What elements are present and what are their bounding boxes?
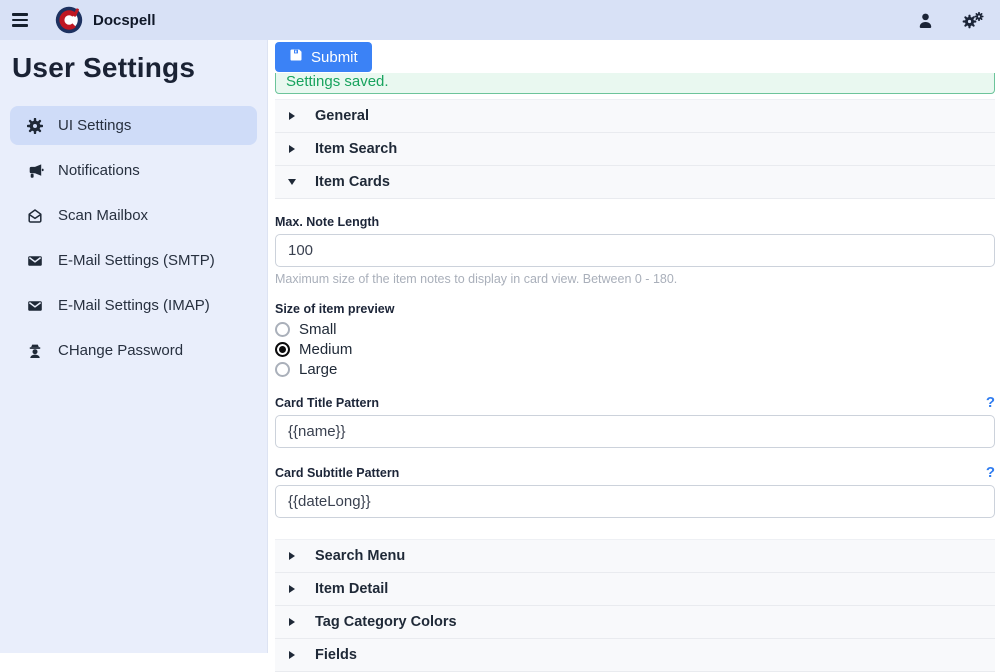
- section-label: Item Search: [315, 141, 397, 157]
- sidebar-item-label: E-Mail Settings (SMTP): [58, 252, 215, 269]
- max-note-length-group: Max. Note Length Maximum size of the ite…: [275, 215, 995, 286]
- section-label: General: [315, 108, 369, 124]
- chevron-right-icon: [288, 651, 296, 659]
- section-label: Fields: [315, 647, 357, 663]
- accordion-top: General Item Search Item Cards: [275, 99, 995, 199]
- chevron-down-icon: [288, 179, 296, 185]
- submit-bar: Submit: [275, 40, 995, 73]
- max-note-length-help: Maximum size of the item notes to displa…: [275, 272, 995, 286]
- item-cards-form: Max. Note Length Maximum size of the ite…: [275, 199, 995, 518]
- radio-option-small[interactable]: Small: [275, 319, 995, 339]
- sidebar-item-label: E-Mail Settings (IMAP): [58, 297, 210, 314]
- alert-text: Settings saved.: [286, 73, 389, 90]
- radio-option-medium[interactable]: Medium: [275, 339, 995, 359]
- max-note-length-label: Max. Note Length: [275, 215, 995, 229]
- section-item-search[interactable]: Item Search: [275, 133, 995, 166]
- envelope-icon: [26, 253, 44, 269]
- radio-label: Medium: [299, 341, 352, 358]
- chevron-right-icon: [288, 112, 296, 120]
- sidebar-item-label: Notifications: [58, 162, 140, 179]
- card-subtitle-pattern-group: Card Subtitle Pattern ?: [275, 465, 995, 518]
- card-subtitle-pattern-label: Card Subtitle Pattern: [275, 466, 399, 480]
- bullhorn-icon: [26, 163, 44, 179]
- brand-title: Docspell: [93, 12, 156, 29]
- card-title-pattern-label: Card Title Pattern: [275, 396, 379, 410]
- settings-sidebar: User Settings UI Settings: [0, 40, 268, 653]
- radio-control-large[interactable]: [275, 362, 290, 377]
- preview-size-group: Size of item preview Small Medium Large: [275, 302, 995, 379]
- section-item-detail[interactable]: Item Detail: [275, 573, 995, 606]
- section-label: Tag Category Colors: [315, 614, 457, 630]
- submit-button[interactable]: Submit: [275, 42, 372, 72]
- submit-button-label: Submit: [311, 49, 358, 66]
- help-question-icon[interactable]: ?: [986, 395, 995, 410]
- card-subtitle-pattern-input[interactable]: [275, 485, 995, 518]
- sidebar-item-ui-settings[interactable]: UI Settings: [10, 106, 257, 145]
- sidebar-item-email-smtp[interactable]: E-Mail Settings (SMTP): [10, 241, 257, 280]
- preview-size-label: Size of item preview: [275, 302, 995, 316]
- sidebar-item-scan-mailbox[interactable]: Scan Mailbox: [10, 196, 257, 235]
- gear-icon: [26, 118, 44, 134]
- user-account-icon[interactable]: [917, 12, 934, 29]
- settings-content: Submit Settings saved. General Item Sear…: [269, 40, 1000, 653]
- sidebar-item-label: UI Settings: [58, 117, 131, 134]
- help-question-icon[interactable]: ?: [986, 465, 995, 480]
- sidebar-item-change-password[interactable]: CHange Password: [10, 331, 257, 370]
- top-navbar: Docspell: [0, 0, 1000, 40]
- radio-label: Large: [299, 361, 337, 378]
- max-note-length-input[interactable]: [275, 234, 995, 267]
- sidebar-item-email-imap[interactable]: E-Mail Settings (IMAP): [10, 286, 257, 325]
- section-label: Search Menu: [315, 548, 405, 564]
- card-title-pattern-input[interactable]: [275, 415, 995, 448]
- section-fields[interactable]: Fields: [275, 639, 995, 672]
- section-search-menu[interactable]: Search Menu: [275, 540, 995, 573]
- envelope-open-icon: [26, 208, 44, 224]
- radio-option-large[interactable]: Large: [275, 359, 995, 379]
- chevron-right-icon: [288, 145, 296, 153]
- hamburger-menu-icon[interactable]: [12, 13, 28, 26]
- admin-cogs-icon[interactable]: [962, 11, 984, 29]
- chevron-right-icon: [288, 552, 296, 560]
- section-general[interactable]: General: [275, 100, 995, 133]
- accordion-bottom: Search Menu Item Detail Tag Category Col…: [275, 539, 995, 672]
- envelope-icon: [26, 298, 44, 314]
- chevron-right-icon: [288, 585, 296, 593]
- section-item-cards[interactable]: Item Cards: [275, 166, 995, 199]
- save-icon: [289, 48, 303, 66]
- sidebar-item-label: Scan Mailbox: [58, 207, 148, 224]
- radio-control-medium-checked[interactable]: [275, 342, 290, 357]
- radio-label: Small: [299, 321, 337, 338]
- sidebar-item-label: CHange Password: [58, 342, 183, 359]
- radio-control-small[interactable]: [275, 322, 290, 337]
- user-secret-icon: [26, 343, 44, 359]
- section-label: Item Cards: [315, 174, 390, 190]
- sidebar-item-notifications[interactable]: Notifications: [10, 151, 257, 190]
- section-tag-category-colors[interactable]: Tag Category Colors: [275, 606, 995, 639]
- docspell-logo-icon: [55, 6, 83, 34]
- page-title: User Settings: [12, 52, 267, 84]
- card-title-pattern-group: Card Title Pattern ?: [275, 395, 995, 448]
- section-label: Item Detail: [315, 581, 388, 597]
- chevron-right-icon: [288, 618, 296, 626]
